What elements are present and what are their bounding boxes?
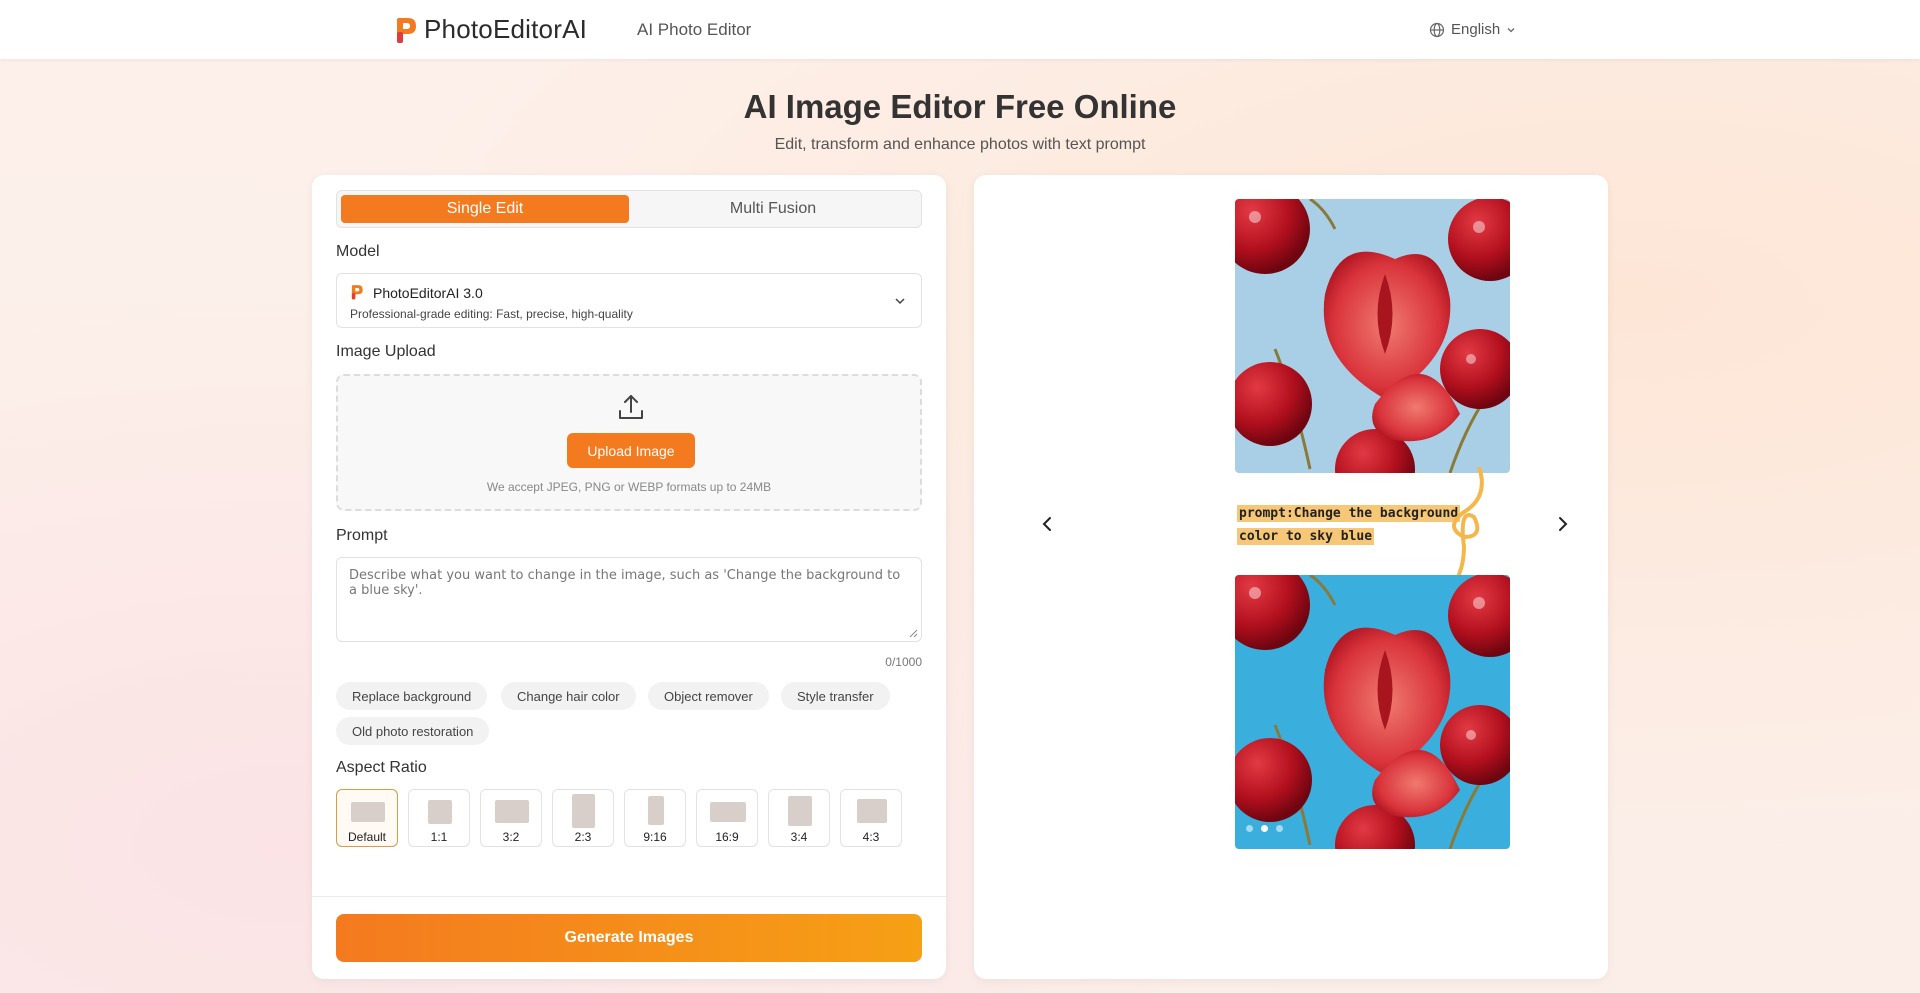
chevron-right-icon: [1559, 517, 1568, 531]
page-subtitle: Edit, transform and enhance photos with …: [774, 136, 1146, 153]
panel-divider: [312, 896, 946, 897]
chip-replace-background[interactable]: Replace background: [336, 682, 488, 710]
aspect-shape: [710, 802, 746, 822]
aspect-ratio-label: Aspect Ratio: [336, 759, 427, 776]
aspect-4-3[interactable]: 4:3: [840, 789, 902, 847]
carousel-dot-1[interactable]: [1246, 825, 1253, 832]
preview-panel: prompt:Change the background color to sk…: [974, 175, 1608, 979]
preview-prompt-line-2: color to sky blue: [1237, 528, 1375, 545]
chip-style-transfer[interactable]: Style transfer: [781, 682, 890, 710]
aspect-16-9[interactable]: 16:9: [696, 789, 758, 847]
aspect-9-16[interactable]: 9:16: [624, 789, 686, 847]
before-image: [1235, 199, 1510, 473]
aspect-shape: [428, 800, 452, 824]
chevron-down-icon: [1507, 27, 1515, 32]
tab-multi-fusion[interactable]: Multi Fusion: [629, 195, 917, 223]
chevron-down-icon: [895, 298, 905, 305]
chip-object-remover[interactable]: Object remover: [648, 682, 769, 710]
aspect-label: Default: [347, 830, 387, 844]
tab-single-edit[interactable]: Single Edit: [341, 195, 629, 223]
aspect-label: 1:1: [430, 830, 448, 844]
editor-panel: Single Edit Multi Fusion Model PhotoEdit…: [312, 175, 946, 979]
carousel-prev-button[interactable]: [1032, 509, 1062, 539]
model-label: Model: [336, 243, 380, 260]
chip-change-hair-color[interactable]: Change hair color: [501, 682, 636, 710]
resize-grip-icon[interactable]: [909, 629, 918, 638]
aspect-label: 3:2: [502, 830, 520, 844]
aspect-label: 16:9: [715, 830, 739, 844]
chip-old-photo-restoration[interactable]: Old photo restoration: [336, 717, 490, 745]
chevron-left-icon: [1042, 517, 1051, 531]
globe-icon: [1429, 22, 1445, 37]
carousel-dots: [1246, 825, 1283, 832]
aspect-label: 4:3: [862, 830, 880, 844]
aspect-3-4[interactable]: 3:4: [768, 789, 830, 847]
page-title: AI Image Editor Free Online: [743, 88, 1177, 125]
logo-icon: [394, 16, 418, 44]
carousel-dot-3[interactable]: [1276, 825, 1283, 832]
upload-label: Image Upload: [336, 343, 436, 360]
aspect-default[interactable]: Default: [336, 789, 398, 847]
aspect-shape: [351, 802, 385, 822]
upload-image-button[interactable]: Upload Image: [567, 433, 695, 468]
aspect-label: 9:16: [643, 830, 667, 844]
prompt-char-counter: 0/1000: [885, 655, 922, 669]
aspect-shape: [788, 796, 812, 826]
prompt-placeholder: Describe what you want to change in the …: [349, 568, 901, 598]
mode-tabs: Single Edit Multi Fusion: [336, 190, 922, 228]
aspect-shape: [572, 794, 595, 828]
aspect-label: 3:4: [790, 830, 808, 844]
model-name: PhotoEditorAI 3.0: [373, 285, 483, 301]
upload-icon: [619, 395, 643, 419]
upload-format-note: We accept JPEG, PNG or WEBP formats up t…: [486, 480, 772, 494]
model-select[interactable]: PhotoEditorAI 3.0 Professional-grade edi…: [336, 273, 922, 328]
aspect-2-3[interactable]: 2:3: [552, 789, 614, 847]
aspect-ratio-options: Default 1:1 3:2 2:3 9:16 16:9 3:4 4:3: [336, 789, 922, 847]
aspect-shape: [857, 799, 887, 823]
prompt-label: Prompt: [336, 527, 388, 544]
top-header: PhotoEditorAI AI Photo Editor English: [0, 0, 1920, 59]
language-selector[interactable]: English: [1429, 21, 1522, 38]
generate-images-button[interactable]: Generate Images: [336, 914, 922, 962]
preview-prompt-line-1: prompt:Change the background: [1237, 505, 1461, 522]
aspect-shape: [495, 800, 529, 823]
after-image: [1235, 575, 1510, 849]
carousel-dot-2[interactable]: [1261, 825, 1268, 832]
carousel-next-button[interactable]: [1548, 509, 1578, 539]
aspect-1-1[interactable]: 1:1: [408, 789, 470, 847]
model-logo-icon: [350, 284, 364, 305]
brand-name: PhotoEditorAI: [424, 14, 588, 44]
brand-logo[interactable]: PhotoEditorAI: [394, 14, 587, 45]
preview-prompt-annotation: prompt:Change the background color to sk…: [1237, 502, 1461, 548]
aspect-label: 2:3: [574, 830, 592, 844]
upload-dropzone[interactable]: Upload Image We accept JPEG, PNG or WEBP…: [336, 374, 922, 511]
aspect-3-2[interactable]: 3:2: [480, 789, 542, 847]
model-description: Professional-grade editing: Fast, precis…: [350, 307, 633, 321]
nav-link-ai-photo-editor[interactable]: AI Photo Editor: [637, 20, 751, 40]
aspect-shape: [648, 796, 664, 825]
prompt-textarea[interactable]: Describe what you want to change in the …: [336, 557, 922, 642]
language-label: English: [1451, 21, 1501, 38]
